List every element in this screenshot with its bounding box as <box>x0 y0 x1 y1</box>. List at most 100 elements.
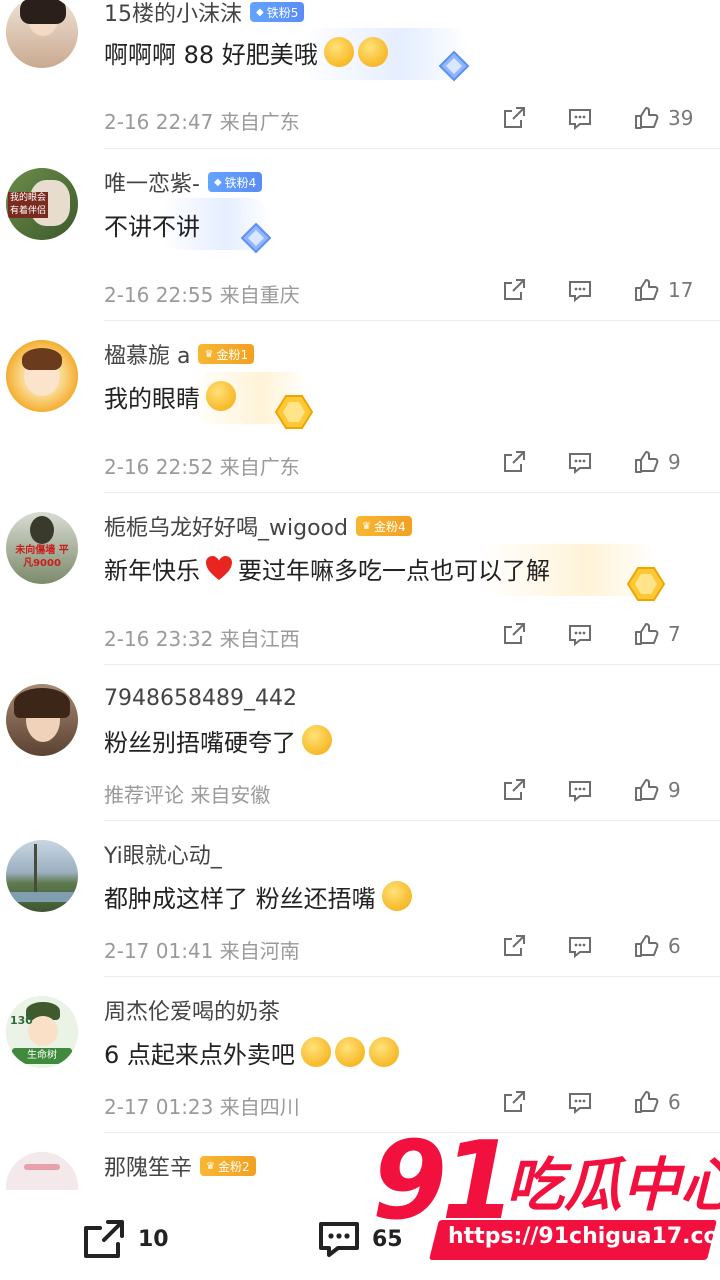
comment-icon[interactable] <box>566 620 594 648</box>
share-icon[interactable] <box>500 276 528 304</box>
avatar[interactable]: 未向傷墙 平凡9000 <box>6 512 78 584</box>
diamond-gem-icon <box>240 222 272 254</box>
like-icon[interactable] <box>632 620 660 648</box>
share-count: 10 <box>138 1226 169 1252</box>
comment-icon[interactable] <box>566 776 594 804</box>
tears-emoji-icon <box>334 1037 365 1067</box>
like-icon[interactable] <box>632 1088 660 1116</box>
share-icon <box>84 1220 124 1258</box>
avatar-caption: 生命树 <box>12 1048 72 1064</box>
comment-meta: 2-17 01:23 来自四川 <box>104 1095 300 1119</box>
comment-content: 6 点起来点外卖吧 <box>104 1032 399 1072</box>
share-icon[interactable] <box>500 620 528 648</box>
comment-meta: 2-16 23:32 来自江西 <box>104 627 300 651</box>
like-icon[interactable] <box>632 932 660 960</box>
comment-icon[interactable] <box>566 932 594 960</box>
like-count: 39 <box>668 106 694 130</box>
share-icon[interactable] <box>500 776 528 804</box>
username[interactable]: 栀栀乌龙好好喝_wigood <box>104 510 348 542</box>
username[interactable]: 楹慕旎 a <box>104 338 190 370</box>
comment-text: 不讲不讲 <box>104 212 200 241</box>
comment-header: 唯一恋紫- ◆ 铁粉4 <box>104 166 263 198</box>
username[interactable]: 15楼的小沫沫 <box>104 0 242 28</box>
share-action[interactable]: 10 <box>82 1218 169 1260</box>
divider <box>104 320 720 321</box>
fan-badge[interactable]: ♛ 金粉4 <box>355 516 412 536</box>
comment-content: 啊啊啊 88 好肥美哦 <box>104 32 388 72</box>
like-icon[interactable] <box>632 104 660 132</box>
comment-content: 都肿成这样了 粉丝还捂嘴 <box>104 876 412 916</box>
share-icon[interactable] <box>500 104 528 132</box>
avatar[interactable] <box>6 1152 78 1190</box>
badge-label: 金粉1 <box>216 347 249 362</box>
gold-gem-icon <box>626 567 666 601</box>
fan-badge[interactable]: ◆ 铁粉5 <box>250 2 305 22</box>
fan-badge[interactable]: ♛ 金粉2 <box>200 1156 256 1176</box>
laugh-cry-emoji-icon <box>302 725 332 755</box>
gold-gem-icon <box>274 395 314 429</box>
like-count: 6 <box>668 934 681 958</box>
comment-header: 15楼的小沫沫 ◆ 铁粉5 <box>104 0 305 28</box>
share-icon[interactable] <box>500 448 528 476</box>
comment-text: 都肿成这样了 粉丝还捂嘴 <box>104 884 376 913</box>
badge-label: 铁粉4 <box>224 175 257 190</box>
avatar[interactable] <box>6 0 78 68</box>
badge-label: 铁粉5 <box>266 5 299 20</box>
comment-header: 那隗笙辛 ♛ 金粉2 <box>104 1150 256 1182</box>
crown-icon: ♛ <box>206 1160 215 1172</box>
diamond-icon: ◆ <box>256 6 264 18</box>
share-icon[interactable] <box>500 932 528 960</box>
like-count: 9 <box>668 778 681 802</box>
comment-actions: 6 <box>500 930 720 962</box>
comment-text: 6 点起来点外卖吧 <box>104 1040 295 1069</box>
like-count: 7 <box>668 622 681 646</box>
comment-text: 我的眼睛 <box>104 384 200 413</box>
diamond-gem-icon <box>438 50 470 82</box>
heart-emoji-icon <box>206 556 232 580</box>
comment-content: 粉丝别捂嘴硬夸了 <box>104 720 332 760</box>
comment-actions: 9 <box>500 774 720 806</box>
like-icon[interactable] <box>632 276 660 304</box>
badge-label: 金粉2 <box>217 1159 250 1174</box>
comment-meta: 2-16 22:47 来自广东 <box>104 110 300 134</box>
username[interactable]: 那隗笙辛 <box>104 1150 192 1182</box>
comment-icon[interactable] <box>566 104 594 132</box>
divider <box>104 976 720 977</box>
comment-text: 啊啊啊 88 好肥美哦 <box>104 40 318 69</box>
comment-meta: 推荐评论 来自安徽 <box>104 783 271 807</box>
avatar[interactable] <box>6 840 78 912</box>
fan-badge[interactable]: ◆ 铁粉4 <box>207 172 263 192</box>
comment-meta: 2-17 01:41 来自河南 <box>104 939 300 963</box>
avatar-caption: 我的眼会 有着伴侣 <box>8 192 48 218</box>
avatar[interactable] <box>6 684 78 756</box>
username[interactable]: 唯一恋紫- <box>104 166 200 198</box>
comment-icon[interactable] <box>566 276 594 304</box>
like-icon[interactable] <box>632 448 660 476</box>
comment-actions: 6 <box>500 1086 720 1118</box>
like-count: 6 <box>668 1090 681 1114</box>
avatar[interactable] <box>6 340 78 412</box>
comment-header: 周杰伦爱喝的奶茶 <box>104 994 280 1026</box>
username[interactable]: Yi眼就心动_ <box>104 838 222 870</box>
scream-emoji-icon <box>357 37 388 67</box>
avatar[interactable]: 130 生命树 <box>6 996 78 1068</box>
share-icon[interactable] <box>500 1088 528 1116</box>
diamond-icon: ◆ <box>213 176 222 188</box>
avatar-caption: 未向傷墙 平凡9000 <box>15 545 69 569</box>
fan-badge[interactable]: ♛ 金粉1 <box>198 344 255 364</box>
comment-actions: 17 <box>500 274 720 306</box>
like-icon[interactable] <box>632 776 660 804</box>
avatar[interactable]: 我的眼会 有着伴侣 <box>6 168 78 240</box>
scream-emoji-icon <box>323 37 354 67</box>
sob-emoji-icon <box>381 881 412 911</box>
like-count: 9 <box>668 450 681 474</box>
comment-content: 我的眼睛 <box>104 376 236 416</box>
comment-meta: 2-16 22:55 来自重庆 <box>104 283 300 307</box>
comment-icon[interactable] <box>566 1088 594 1116</box>
username[interactable]: 周杰伦爱喝的奶茶 <box>104 994 280 1026</box>
watermark-logo: 91 吃瓜中心 https://91chigua17.com <box>372 1128 720 1268</box>
comment-content: 新年快乐 要过年嘛多吃一点也可以了解 <box>104 548 550 588</box>
comment-meta: 2-16 22:52 来自广东 <box>104 455 300 479</box>
username[interactable]: 7948658489_442 <box>104 686 297 711</box>
comment-icon[interactable] <box>566 448 594 476</box>
